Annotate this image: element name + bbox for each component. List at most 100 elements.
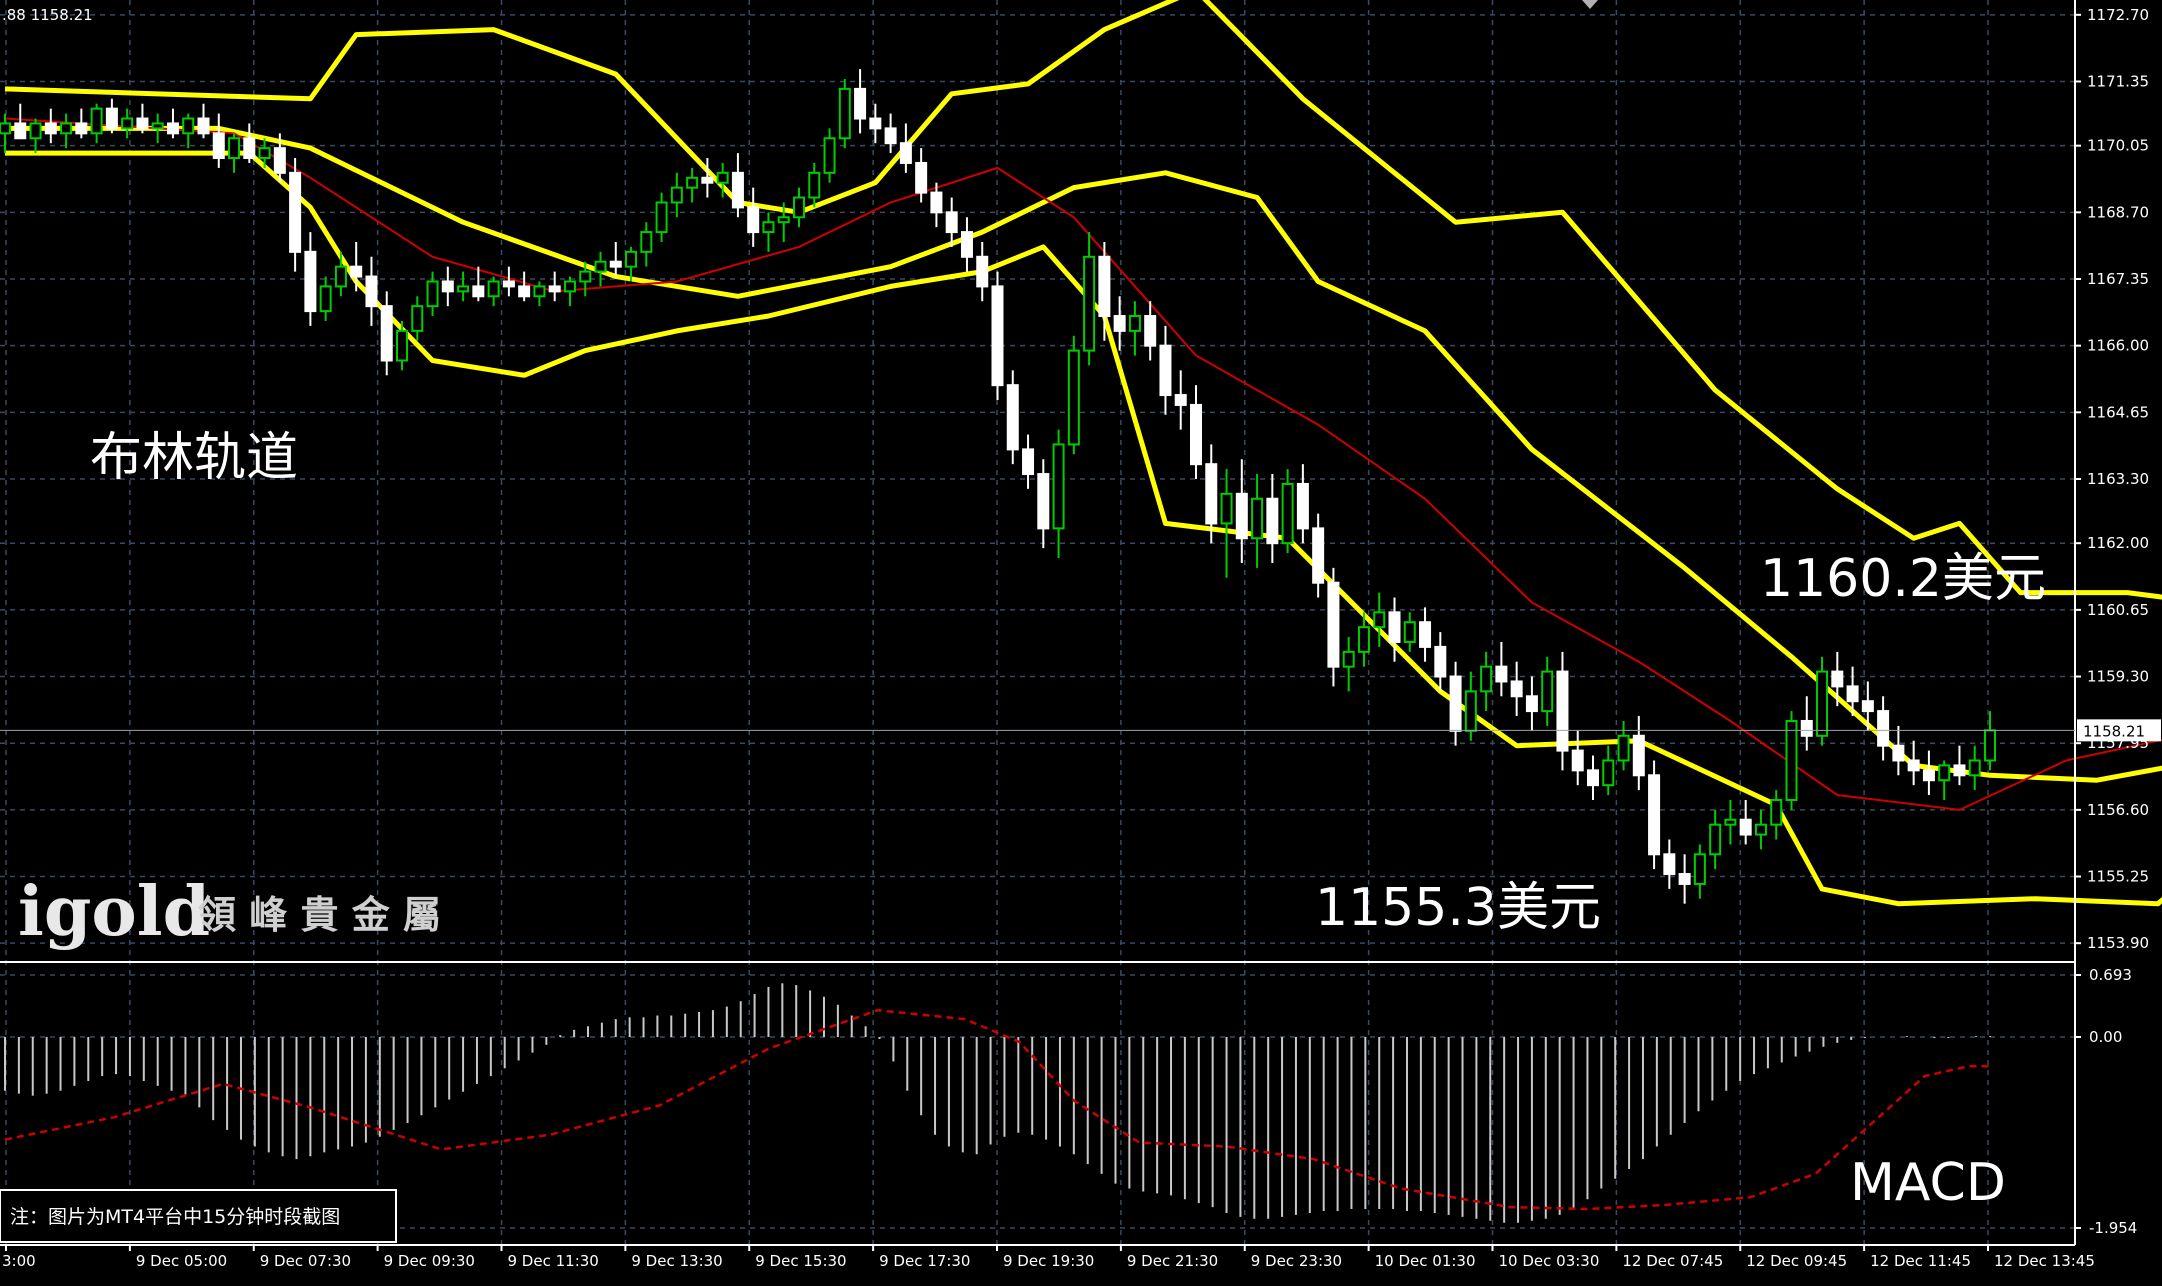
candle-body bbox=[1770, 798, 1783, 826]
candle-body bbox=[579, 270, 592, 283]
price-tick-label: 1163.30 bbox=[2087, 470, 2149, 488]
candle-body bbox=[854, 87, 867, 120]
candle-body bbox=[1922, 769, 1935, 782]
candle-body bbox=[14, 122, 27, 140]
candle-body bbox=[701, 176, 714, 184]
candle-body bbox=[670, 186, 683, 204]
candle-body bbox=[1312, 527, 1325, 584]
time-tick-label: 12 Dec 07:45 bbox=[1622, 1252, 1723, 1270]
candle-body bbox=[1831, 670, 1844, 688]
time-tick-label: 9 Dec 15:30 bbox=[755, 1252, 846, 1270]
candle-body bbox=[548, 285, 561, 293]
candle-body bbox=[426, 280, 439, 308]
candle-body bbox=[396, 329, 408, 362]
candle-body bbox=[1419, 621, 1432, 648]
candle-body bbox=[166, 122, 179, 135]
price-chart[interactable]: 1172.70 1171.35 1170.05 1168.70 1167.35 1166.… bbox=[0, 0, 2162, 1286]
candle-body bbox=[1587, 769, 1599, 787]
time-tick-label: 9 Dec 19:30 bbox=[1003, 1252, 1094, 1270]
macd-tick-label: -1.954 bbox=[2089, 1219, 2137, 1237]
candle-body bbox=[915, 161, 928, 194]
candle-body bbox=[1449, 675, 1462, 732]
time-tick-label: 10 Dec 03:30 bbox=[1499, 1252, 1600, 1270]
candle-body bbox=[731, 171, 744, 209]
candle-body bbox=[884, 127, 897, 145]
time-tick-label: 9 Dec 21:30 bbox=[1127, 1252, 1218, 1270]
candle-body bbox=[1159, 344, 1172, 397]
candle bbox=[838, 79, 851, 149]
candle-body bbox=[1602, 759, 1615, 787]
lower-price-label: 1155.3美元 bbox=[1315, 878, 1601, 938]
candle-body bbox=[1754, 823, 1767, 836]
candle-body bbox=[1083, 255, 1096, 352]
candle-body bbox=[1907, 759, 1920, 772]
candle-body bbox=[1541, 670, 1554, 713]
candle-body bbox=[228, 137, 241, 160]
candle-body bbox=[1953, 764, 1966, 777]
candle-body bbox=[1128, 315, 1141, 332]
candle-body bbox=[151, 122, 164, 130]
candle-body bbox=[1877, 710, 1890, 747]
candle-body bbox=[1296, 482, 1309, 530]
candle-body bbox=[1556, 670, 1569, 752]
candle-body bbox=[380, 305, 393, 362]
candle-body bbox=[976, 255, 989, 288]
price-tick-label: 1159.30 bbox=[2087, 668, 2149, 686]
candle-body bbox=[1800, 719, 1813, 737]
candle-body bbox=[1968, 759, 1981, 777]
brand-text: igold bbox=[18, 872, 210, 952]
price-tick-label: 1167.35 bbox=[2087, 270, 2149, 288]
candle-body bbox=[1113, 315, 1126, 332]
candle-body bbox=[1052, 443, 1065, 530]
candle-body bbox=[1281, 482, 1294, 545]
candle-body bbox=[1693, 853, 1706, 885]
time-tick-label: 9 Dec 17:30 bbox=[879, 1252, 970, 1270]
candle-body bbox=[1266, 497, 1279, 545]
candle-body bbox=[1816, 670, 1829, 737]
candle-body bbox=[960, 231, 973, 258]
candle-body bbox=[365, 275, 378, 308]
price-tick-label: 1153.90 bbox=[2087, 934, 2149, 952]
candle bbox=[1067, 335, 1080, 455]
candle-body bbox=[686, 176, 699, 189]
candle-body bbox=[1006, 384, 1019, 451]
time-tick-label: 12 Dec 13:45 bbox=[1994, 1252, 2095, 1270]
candle-body bbox=[350, 265, 363, 278]
candle-body bbox=[1984, 729, 1996, 762]
candle-body bbox=[182, 117, 195, 135]
candle-body bbox=[1525, 695, 1538, 713]
price-tick-label: 1160.65 bbox=[2087, 601, 2149, 619]
candle bbox=[1648, 760, 1661, 870]
candle-body bbox=[1327, 581, 1340, 668]
candle-body bbox=[747, 206, 760, 234]
candle-body bbox=[823, 137, 836, 174]
candle-body bbox=[29, 122, 42, 140]
candle-body bbox=[640, 231, 653, 253]
price-tick-label: 1168.70 bbox=[2087, 203, 2149, 221]
candle-body bbox=[1678, 873, 1691, 885]
candle-body bbox=[0, 122, 11, 135]
candle-body bbox=[1861, 700, 1874, 713]
candle-body bbox=[1190, 403, 1202, 466]
candle-body bbox=[304, 250, 317, 313]
candle-body bbox=[441, 280, 454, 293]
price-tick-label: 1156.60 bbox=[2087, 801, 2149, 819]
candle-body bbox=[1251, 497, 1264, 540]
candle-body bbox=[869, 117, 882, 130]
price-tick-label: 1171.35 bbox=[2087, 72, 2149, 90]
candle-body bbox=[1892, 744, 1905, 762]
time-tick-label: 9 Dec 05:00 bbox=[136, 1252, 227, 1270]
time-tick-label: 3:00 bbox=[2, 1252, 36, 1270]
candle-body bbox=[563, 280, 576, 293]
candle-body bbox=[136, 117, 149, 130]
time-tick-label: 9 Dec 07:30 bbox=[260, 1252, 351, 1270]
candle-body bbox=[258, 147, 271, 160]
candle-body bbox=[1144, 315, 1157, 347]
candle-body bbox=[594, 260, 607, 273]
candle-body bbox=[625, 250, 638, 268]
candle-body bbox=[808, 171, 821, 199]
time-tick-label: 9 Dec 23:30 bbox=[1251, 1252, 1342, 1270]
candle-body bbox=[90, 107, 103, 135]
candle-body bbox=[105, 107, 118, 130]
price-tick-label: 1164.65 bbox=[2087, 403, 2149, 421]
